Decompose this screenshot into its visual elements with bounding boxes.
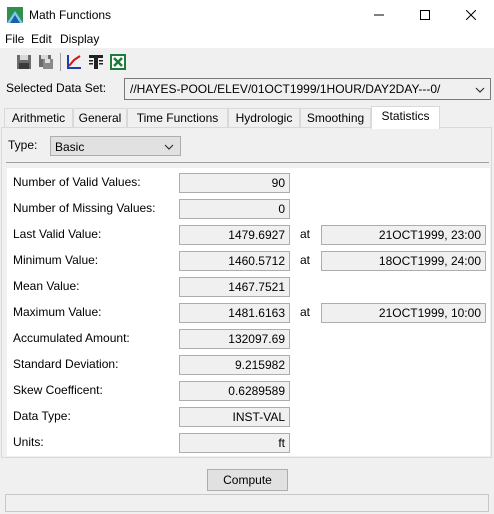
maximum-label: Maximum Value: (13, 305, 102, 319)
data-type-field: INST-VAL (179, 407, 290, 427)
chevron-down-icon (164, 141, 174, 155)
minimum-label: Minimum Value: (13, 253, 99, 267)
menu-bar: File Edit Display (0, 30, 494, 48)
menu-file[interactable]: File (5, 32, 24, 46)
dataset-label: Selected Data Set: (6, 81, 107, 95)
status-bar (5, 494, 489, 512)
menu-edit[interactable]: Edit (31, 32, 52, 46)
minimum-date-field: 18OCT1999, 24:00 (321, 251, 486, 271)
menu-display[interactable]: Display (60, 32, 99, 46)
accumulated-label: Accumulated Amount: (13, 331, 130, 345)
mean-label: Mean Value: (13, 279, 80, 293)
tab-time-functions[interactable]: Time Functions (127, 108, 228, 128)
tab-arithmetic[interactable]: Arithmetic (4, 108, 73, 128)
last-valid-label: Last Valid Value: (13, 227, 102, 241)
save-as-icon[interactable] (36, 52, 56, 72)
missing-values-field: 0 (179, 199, 290, 219)
at-label: at (300, 227, 311, 241)
divider (6, 162, 489, 163)
tab-hydrologic[interactable]: Hydrologic (228, 108, 300, 128)
last-valid-date-field: 21OCT1999, 23:00 (321, 225, 486, 245)
maximum-date-field: 21OCT1999, 10:00 (321, 303, 486, 323)
type-value: Basic (55, 140, 85, 154)
toolbar-separator (60, 53, 61, 71)
minimum-field: 1460.5712 (179, 251, 290, 271)
accumulated-field: 132097.69 (179, 329, 290, 349)
maximum-field: 1481.6163 (179, 303, 290, 323)
plot-icon[interactable] (64, 52, 84, 72)
app-icon (7, 7, 23, 23)
tab-general[interactable]: General (73, 108, 127, 128)
at-label: at (300, 253, 311, 267)
window-title: Math Functions (29, 8, 112, 22)
valid-values-field: 90 (179, 173, 290, 193)
data-type-label: Data Type: (13, 409, 71, 423)
at-label: at (300, 305, 311, 319)
excel-icon[interactable] (108, 52, 128, 72)
dataset-value: //HAYES-POOL/ELEV/01OCT1999/1HOUR/DAY2DA… (130, 82, 441, 96)
type-select[interactable]: Basic (50, 136, 181, 156)
skew-field: 0.6289589 (179, 381, 290, 401)
dataset-select[interactable]: //HAYES-POOL/ELEV/01OCT1999/1HOUR/DAY2DA… (124, 78, 491, 100)
mean-field: 1467.7521 (179, 277, 290, 297)
save-icon[interactable] (14, 52, 34, 72)
units-field: ft (179, 433, 290, 453)
last-valid-field: 1479.6927 (179, 225, 290, 245)
stats-area: Number of Valid Values: 90 Number of Mis… (7, 168, 490, 456)
compute-button[interactable]: Compute (207, 469, 288, 491)
type-label: Type: (8, 138, 38, 152)
missing-values-label: Number of Missing Values: (13, 201, 156, 215)
tab-bar: Arithmetic General Time Functions Hydrol… (0, 106, 494, 129)
statistics-panel: Type: Basic Number of Valid Values: 90 N… (1, 127, 492, 458)
table-icon[interactable] (86, 52, 106, 72)
chevron-down-icon (475, 84, 485, 98)
valid-values-label: Number of Valid Values: (13, 175, 141, 189)
units-label: Units: (13, 435, 44, 449)
minimize-button[interactable] (356, 0, 402, 30)
skew-label: Skew Coefficent: (13, 383, 103, 397)
close-button[interactable] (448, 0, 494, 30)
std-dev-field: 9.215982 (179, 355, 290, 375)
tab-smoothing[interactable]: Smoothing (300, 108, 371, 128)
std-dev-label: Standard Deviation: (13, 357, 119, 371)
title-bar: Math Functions (0, 0, 494, 30)
maximize-button[interactable] (402, 0, 448, 30)
tab-statistics[interactable]: Statistics (371, 106, 440, 129)
toolbar (0, 50, 494, 74)
